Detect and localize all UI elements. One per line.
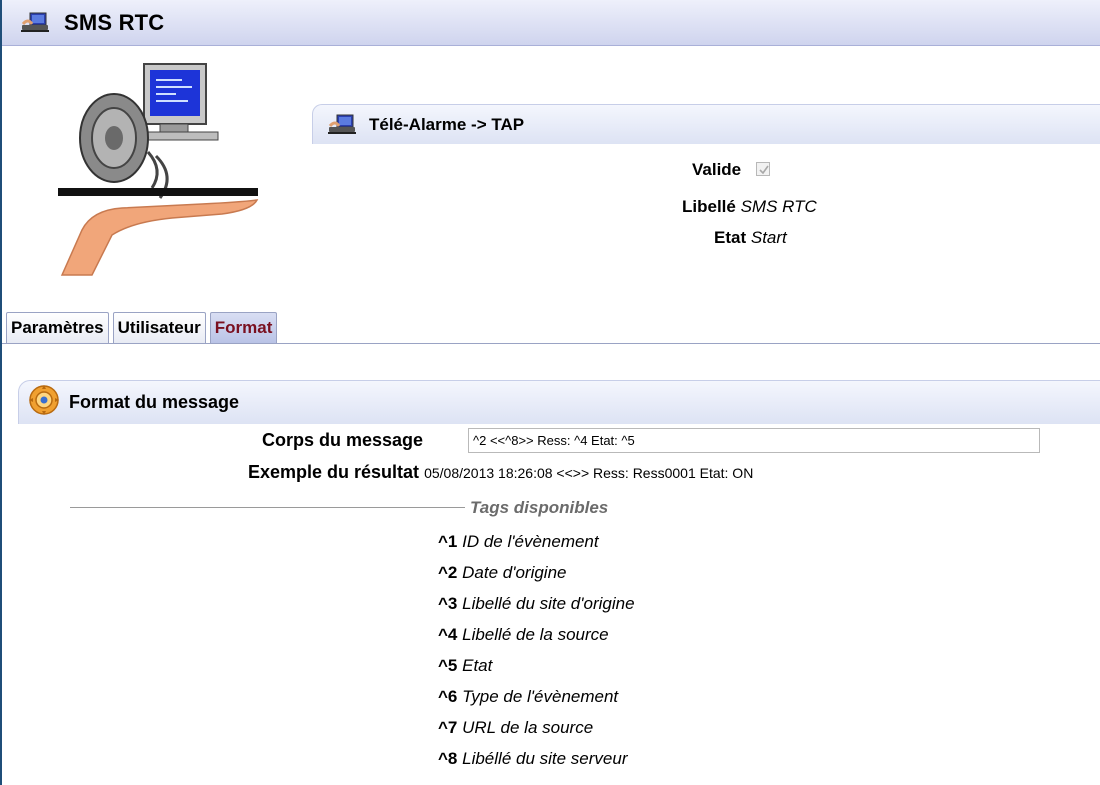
tab-divider xyxy=(2,343,1100,344)
tag-item: ^1 ID de l'évènement xyxy=(438,532,599,552)
tag-code: ^1 xyxy=(438,532,458,551)
libelle-row: Libellé SMS RTC xyxy=(682,197,817,217)
tags-separator xyxy=(70,507,465,508)
tag-desc: Date d'origine xyxy=(462,563,567,582)
etat-label: Etat xyxy=(714,228,747,247)
valide-row: Valide xyxy=(692,160,770,180)
tab-utilisateur[interactable]: Utilisateur xyxy=(112,312,206,343)
etat-row: Etat Start xyxy=(714,228,787,248)
tag-desc: Libellé du site d'origine xyxy=(462,594,635,613)
exemple-row: Exemple du résultat 05/08/2013 18:26:08 … xyxy=(248,462,753,483)
phone-monitor-icon xyxy=(327,114,357,136)
tag-code: ^6 xyxy=(438,687,458,706)
valide-label: Valide xyxy=(692,160,742,179)
libelle-value: SMS RTC xyxy=(740,197,817,216)
section-header-format: Format du message xyxy=(18,380,1100,424)
gear-icon xyxy=(27,384,61,421)
tab-parametres[interactable]: Paramètres xyxy=(6,312,109,343)
tag-desc: ID de l'évènement xyxy=(462,532,599,551)
tag-code: ^4 xyxy=(438,625,458,644)
tag-item: ^3 Libellé du site d'origine xyxy=(438,594,635,614)
tag-code: ^7 xyxy=(438,718,458,737)
tag-desc: Libellé de la source xyxy=(462,625,609,644)
tag-item: ^8 Libéllé du site serveur xyxy=(438,749,628,769)
exemple-value: 05/08/2013 18:26:08 <<>> Ress: Ress0001 … xyxy=(424,465,754,481)
tags-title: Tags disponibles xyxy=(470,498,609,517)
tag-item: ^6 Type de l'évènement xyxy=(438,687,618,707)
exemple-label: Exemple du résultat xyxy=(248,462,420,482)
tag-code: ^8 xyxy=(438,749,458,768)
window-title: SMS RTC xyxy=(64,9,165,35)
tab-format[interactable]: Format xyxy=(209,312,278,343)
window-titlebar: SMS RTC xyxy=(2,0,1100,46)
tag-item: ^5 Etat xyxy=(438,656,492,676)
corps-label: Corps du message xyxy=(262,430,424,450)
corps-du-message-input[interactable] xyxy=(468,428,1040,453)
tag-item: ^2 Date d'origine xyxy=(438,563,567,583)
section-title: Télé-Alarme -> TAP xyxy=(369,114,525,134)
tag-desc: Type de l'évènement xyxy=(462,687,619,706)
tag-code: ^5 xyxy=(438,656,458,675)
tag-desc: URL de la source xyxy=(462,718,594,737)
window-frame: SMS RTC Télé-Alarme -> TAP Valide Libell… xyxy=(0,0,1100,785)
tag-item: ^7 URL de la source xyxy=(438,718,593,738)
format-section-title: Format du message xyxy=(69,392,240,412)
libelle-label: Libellé xyxy=(682,197,736,216)
etat-value: Start xyxy=(750,228,787,247)
tag-item: ^4 Libellé de la source xyxy=(438,625,609,645)
corps-label-row: Corps du message xyxy=(262,430,423,451)
tag-desc: Etat xyxy=(462,656,493,675)
tag-code: ^3 xyxy=(438,594,458,613)
tag-code: ^2 xyxy=(438,563,458,582)
phone-monitor-icon xyxy=(20,12,50,34)
valide-checkbox[interactable] xyxy=(755,161,770,176)
tab-bar: Paramètres Utilisateur Format xyxy=(6,312,281,343)
section-header-tap: Télé-Alarme -> TAP xyxy=(312,104,1100,144)
alarm-illustration-icon xyxy=(52,60,267,280)
tag-desc: Libéllé du site serveur xyxy=(462,749,628,768)
